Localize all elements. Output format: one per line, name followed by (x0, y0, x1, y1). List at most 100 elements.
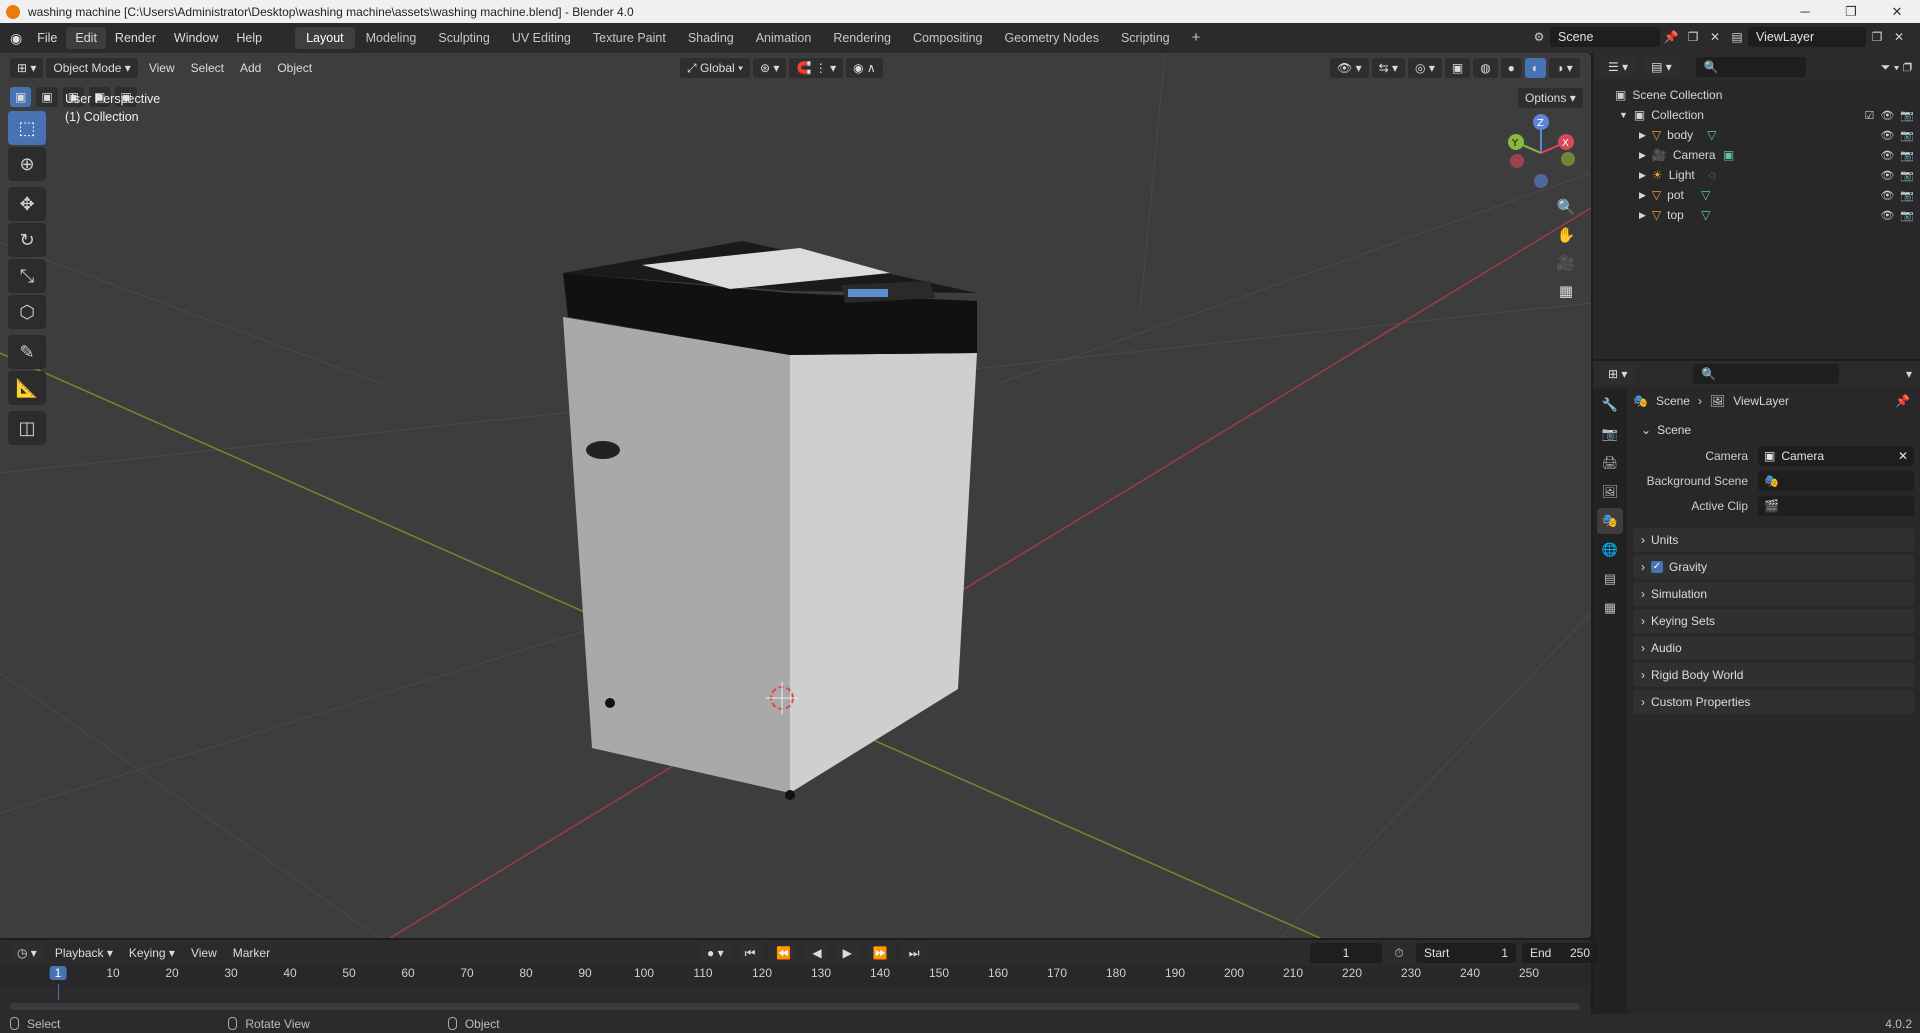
view-layer-field[interactable]: ViewLayer (1748, 27, 1866, 47)
frame-ruler[interactable]: 1 10 20 30 40 50 60 70 80 90 100 110 120… (0, 966, 1591, 986)
ortho-grid-icon[interactable]: ▦ (1552, 277, 1580, 305)
outliner-item-light[interactable]: ▶ ☀ Light ◌ 👁 📷 (1593, 165, 1920, 185)
tab-shading[interactable]: Shading (677, 27, 745, 49)
start-frame-field[interactable]: Start 1 (1416, 943, 1516, 963)
object-mode-dropdown[interactable]: Object Mode ▾ (46, 58, 138, 78)
units-section[interactable]: › Units (1633, 528, 1914, 552)
camera-render-icon[interactable]: 📷 (1900, 169, 1914, 182)
tab-compositing[interactable]: Compositing (902, 27, 993, 49)
select-new-icon[interactable]: ▣ (10, 87, 32, 107)
jump-end-icon[interactable]: ⏭ (901, 943, 927, 963)
overlay-toggle-icon[interactable]: ◎ ▾ (1408, 58, 1442, 78)
menu-help[interactable]: Help (227, 27, 271, 49)
shading-wireframe-icon[interactable]: ◍ (1473, 58, 1498, 78)
jump-prev-keyframe-icon[interactable]: ⏪ (769, 943, 799, 963)
pin-icon[interactable]: 📌 (1660, 27, 1682, 47)
transform-tool-icon[interactable]: ⬡ (8, 295, 46, 329)
audio-section[interactable]: › Audio (1633, 636, 1914, 660)
remove-scene-icon[interactable]: ✕ (1704, 27, 1726, 47)
scale-tool-icon[interactable]: ⤡ (8, 259, 46, 293)
expand-arrow-icon[interactable]: ▶ (1639, 150, 1646, 161)
visibility-eye-icon[interactable]: 👁 (1880, 109, 1894, 122)
editor-type-icon[interactable]: ⊞ ▾ (10, 58, 44, 78)
tab-texture-paint[interactable]: Texture Paint (582, 27, 677, 49)
zoom-icon[interactable]: 🔍 (1552, 193, 1580, 221)
outliner-item-camera[interactable]: ▶ 🎥 Camera ▣ 👁 📷 (1593, 145, 1920, 165)
texture-tab-icon[interactable]: ▦ (1597, 595, 1623, 621)
active-clip-field[interactable]: 🎬 (1758, 496, 1914, 516)
custom-properties-section[interactable]: › Custom Properties (1633, 690, 1914, 714)
outliner-scene-collection[interactable]: ▣ Scene Collection (1593, 85, 1920, 105)
add-cube-tool-icon[interactable]: ◫ (8, 411, 46, 445)
select-extend-icon[interactable]: ▣ (36, 87, 58, 107)
scene-selector-icon[interactable]: ⚙ (1528, 27, 1550, 47)
jump-next-keyframe-icon[interactable]: ⏩ (865, 943, 895, 963)
view-layer-icon[interactable]: ▤ (1726, 27, 1748, 47)
outliner-collection[interactable]: ▼ ▣ Collection ☑ 👁 📷 (1593, 105, 1920, 125)
rotate-tool-icon[interactable]: ↻ (8, 223, 46, 257)
shading-solid-icon[interactable]: ● (1500, 58, 1522, 78)
shading-rendered-icon[interactable]: ◑ ▾ (1549, 58, 1580, 78)
timeline-menu-view[interactable]: View (183, 946, 225, 960)
outliner-editor-type-icon[interactable]: ☰ ▾ (1601, 57, 1636, 77)
outliner-search-input[interactable]: 🔍 (1695, 57, 1806, 77)
visibility-eye-icon[interactable]: 👁 (1880, 129, 1894, 142)
new-scene-icon[interactable]: ❐ (1682, 27, 1704, 47)
cursor-tool-icon[interactable]: ⊕ (8, 147, 46, 181)
tool-tab-icon[interactable]: 🔧 (1597, 392, 1623, 418)
shading-material-icon[interactable]: ◐ (1524, 58, 1547, 78)
world-tab-icon[interactable]: 🌐 (1597, 537, 1623, 563)
play-icon[interactable]: ▶ (835, 943, 859, 963)
scene-field[interactable]: Scene (1550, 27, 1660, 47)
move-tool-icon[interactable]: ✥ (8, 187, 46, 221)
tab-modeling[interactable]: Modeling (355, 27, 428, 49)
properties-options-icon[interactable]: ▾ (1906, 367, 1912, 381)
measure-tool-icon[interactable]: 📐 (8, 371, 46, 405)
expand-arrow-icon[interactable]: ▶ (1639, 190, 1646, 201)
gravity-checkbox[interactable]: ✓ (1651, 561, 1663, 573)
new-view-layer-icon[interactable]: ❐ (1866, 27, 1888, 47)
gravity-section[interactable]: › ✓ Gravity (1633, 555, 1914, 579)
expand-arrow-icon[interactable]: ▼ (1619, 110, 1628, 120)
tab-scripting[interactable]: Scripting (1110, 27, 1181, 49)
3d-viewport[interactable]: Z X Y ⊞ ▾ Object Mode ▾ View Select Add … (0, 53, 1591, 938)
filter-icon[interactable]: ⏷ ▾ ❐ (1881, 60, 1912, 75)
camera-render-icon[interactable]: 📷 (1900, 109, 1914, 122)
keying-sets-section[interactable]: › Keying Sets (1633, 609, 1914, 633)
timeline-menu-marker[interactable]: Marker (225, 946, 278, 960)
current-frame-field[interactable]: 1 (1310, 943, 1382, 963)
expand-arrow-icon[interactable]: ▶ (1639, 130, 1646, 141)
visibility-eye-icon[interactable]: 👁 (1880, 189, 1894, 202)
collection-tab-icon[interactable]: ▤ (1597, 566, 1623, 592)
viewport-menu-add[interactable]: Add (232, 61, 269, 75)
timeline-editor-type-icon[interactable]: ◷ ▾ (10, 943, 44, 963)
display-mode-icon[interactable]: ▤ ▾ (1644, 57, 1679, 77)
camera-render-icon[interactable]: 📷 (1900, 189, 1914, 202)
camera-render-icon[interactable]: 📷 (1900, 149, 1914, 162)
visibility-icon[interactable]: 👁 ▾ (1330, 58, 1369, 78)
menu-render[interactable]: Render (106, 27, 165, 49)
close-icon[interactable]: ✕ (1874, 0, 1920, 23)
expand-arrow-icon[interactable]: ▶ (1639, 210, 1646, 221)
remove-view-layer-icon[interactable]: ✕ (1888, 27, 1910, 47)
viewport-menu-select[interactable]: Select (183, 61, 232, 75)
menu-window[interactable]: Window (165, 27, 227, 49)
pan-hand-icon[interactable]: ✋ (1552, 221, 1580, 249)
collection-checkbox[interactable]: ☑ (1864, 109, 1874, 122)
options-dropdown[interactable]: Options ▾ (1518, 88, 1583, 108)
tab-rendering[interactable]: Rendering (822, 27, 902, 49)
xray-icon[interactable]: ▣ (1444, 58, 1471, 78)
end-frame-field[interactable]: End 250 (1522, 943, 1598, 963)
simulation-section[interactable]: › Simulation (1633, 582, 1914, 606)
select-box-tool-icon[interactable]: ⬚ (8, 111, 46, 145)
auto-keying-icon[interactable]: ● ▾ (700, 943, 731, 963)
add-workspace-icon[interactable]: + (1181, 27, 1212, 49)
timeline-menu-keying[interactable]: Keying ▾ (121, 946, 183, 960)
washing-machine-model[interactable] (563, 241, 977, 800)
tab-uv-editing[interactable]: UV Editing (501, 27, 582, 49)
camera-view-icon[interactable]: 🎥 (1552, 249, 1580, 277)
output-tab-icon[interactable]: 🖨 (1597, 450, 1623, 476)
camera-render-icon[interactable]: 📷 (1900, 209, 1914, 222)
tab-layout[interactable]: Layout (295, 27, 355, 49)
view-layer-tab-icon[interactable]: 🖼 (1597, 479, 1623, 505)
